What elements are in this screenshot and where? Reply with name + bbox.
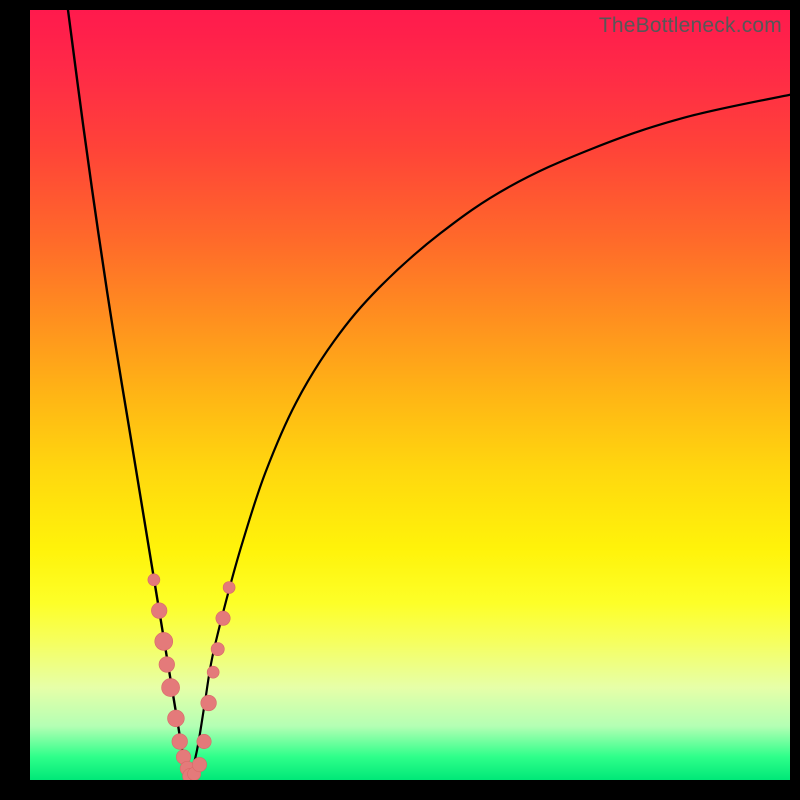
data-marker — [197, 734, 211, 748]
data-marker — [216, 611, 230, 625]
data-marker — [168, 710, 185, 727]
plot-area: TheBottleneck.com — [30, 10, 790, 780]
marker-group — [148, 574, 235, 780]
data-marker — [155, 632, 173, 650]
curve-layer — [30, 10, 790, 780]
data-marker — [148, 574, 160, 586]
data-marker — [201, 695, 217, 711]
outer-frame: TheBottleneck.com — [0, 0, 800, 800]
data-marker — [223, 582, 235, 594]
right-branch-curve — [190, 95, 790, 780]
data-marker — [151, 603, 167, 619]
data-marker — [211, 643, 224, 656]
data-marker — [207, 666, 219, 678]
data-marker — [159, 657, 175, 673]
data-marker — [192, 757, 206, 771]
data-marker — [172, 734, 188, 750]
data-marker — [162, 679, 180, 697]
